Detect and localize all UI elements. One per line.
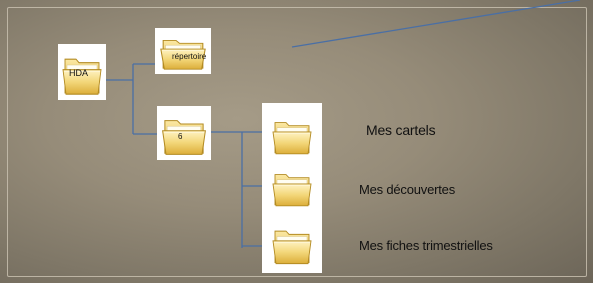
- folder-icon: [268, 161, 316, 211]
- folder-tile-hda[interactable]: HDA: [58, 44, 106, 100]
- diagram-canvas: HDA répertoire 6 Mes cartels Mes découve…: [0, 0, 593, 283]
- folder-icon: [268, 109, 316, 159]
- folder-icon: [157, 106, 211, 160]
- subfolder-mes-fiches-trimestrielles[interactable]: [268, 217, 316, 269]
- folder-tile-repertoire[interactable]: répertoire: [155, 28, 211, 74]
- subfolder-group-tile: [262, 103, 322, 273]
- folder-name-hda: HDA: [69, 68, 89, 78]
- label-mes-fiches-trimestrielles: Mes fiches trimestrielles: [359, 238, 493, 253]
- pointer-line: [291, 0, 581, 48]
- folder-icon: [268, 217, 316, 269]
- folder-name-repertoire: répertoire: [172, 52, 207, 61]
- subfolder-mes-decouvertes[interactable]: [268, 161, 316, 211]
- folder-icon: [155, 28, 211, 74]
- label-mes-cartels: Mes cartels: [366, 122, 436, 138]
- folder-name-6: 6: [178, 132, 183, 141]
- subfolder-mes-cartels[interactable]: [268, 109, 316, 159]
- folder-tile-6[interactable]: 6: [157, 106, 211, 160]
- label-mes-decouvertes: Mes découvertes: [359, 182, 455, 197]
